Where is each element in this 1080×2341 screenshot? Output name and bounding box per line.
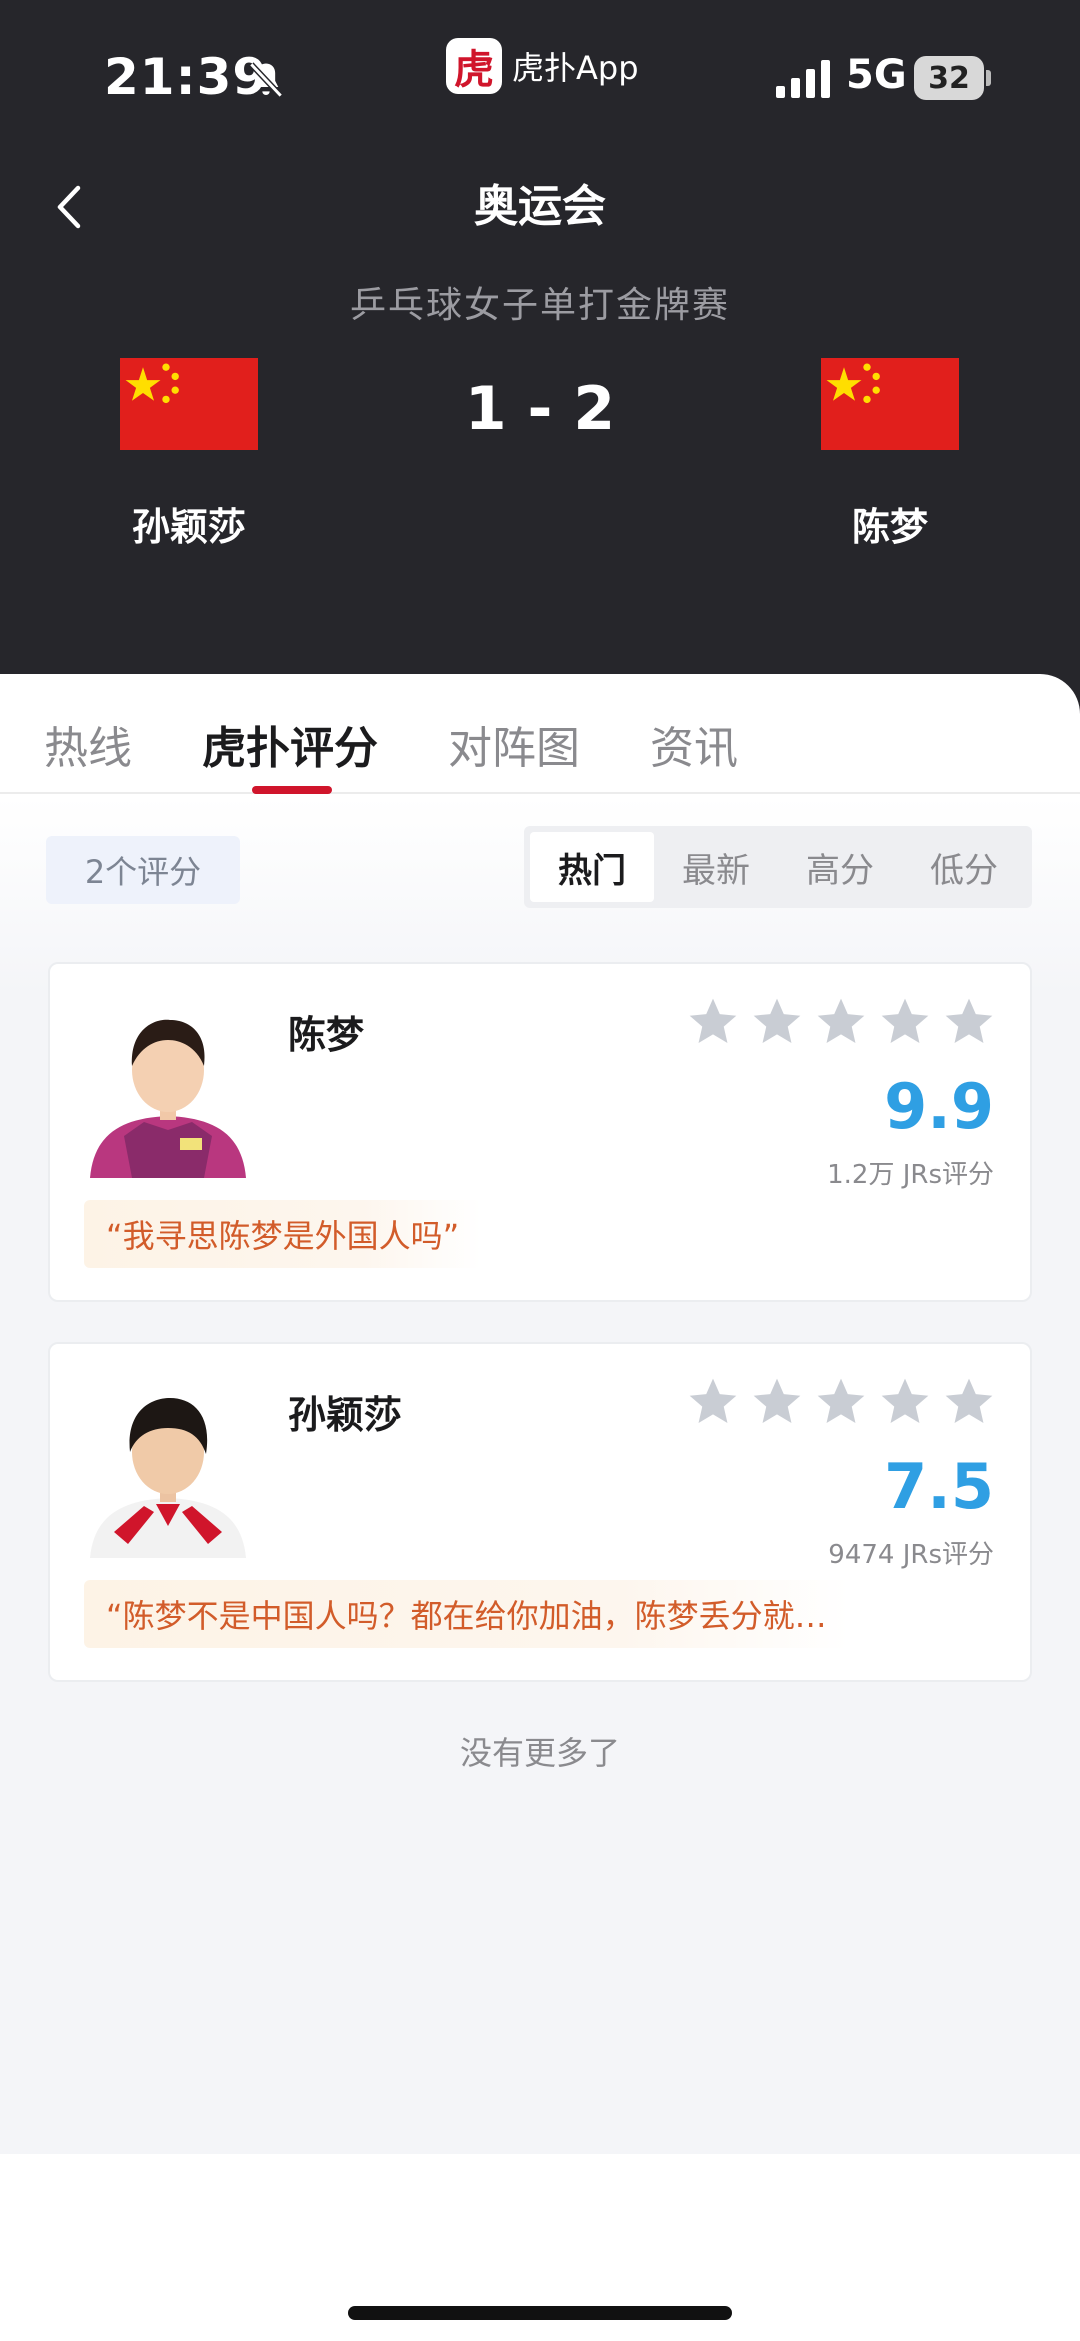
rating-score: 7.5 (884, 1450, 994, 1523)
top-comment[interactable]: “我寻思陈梦是外国人吗” (84, 1200, 482, 1268)
star-icon (945, 998, 993, 1043)
sort-hot[interactable]: 热门 (530, 832, 654, 902)
match-header: 21:39 虎 虎扑App 5G 32 奥运会 乒乓球女子单打金牌赛 1 - 2 (0, 0, 1080, 720)
tab-news[interactable]: 资讯 (650, 712, 738, 776)
left-player-name[interactable]: 孙颖莎 (69, 496, 309, 551)
page-title: 奥运会 (474, 181, 606, 232)
tab-hotline[interactable]: 热线 (44, 712, 132, 776)
rating-score: 9.9 (884, 1070, 994, 1143)
star-icon (881, 998, 929, 1043)
star-icon (689, 1378, 737, 1423)
battery-tip (986, 70, 991, 86)
tab-bar: 热线 虎扑评分 对阵图 资讯 (0, 674, 1080, 794)
star-icon (945, 1378, 993, 1423)
star-rating (684, 1374, 998, 1430)
rating-card[interactable]: 孙颖莎 7.5 9474 JRs评分 “陈梦不是中国人吗？都在给你加油，陈梦丢分… (48, 1342, 1032, 1682)
end-of-list-text: 没有更多了 (459, 1734, 620, 1772)
app-name: 虎扑App (512, 49, 639, 87)
sort-latest[interactable]: 最新 (654, 832, 778, 902)
star-icon (817, 998, 865, 1043)
battery-icon: 32 (914, 56, 984, 100)
signal-bars-icon (776, 60, 830, 98)
match-subtitle: 乒乓球女子单打金牌赛 (349, 285, 730, 326)
right-player-name[interactable]: 陈梦 (770, 496, 1010, 551)
vote-count: 1.2万 JRs评分 (827, 1160, 994, 1190)
star-icon (753, 1378, 801, 1423)
home-indicator[interactable] (348, 2306, 732, 2320)
sort-high[interactable]: 高分 (778, 832, 902, 902)
sort-low[interactable]: 低分 (902, 832, 1026, 902)
star-icon (881, 1378, 929, 1423)
app-badge: 虎 虎扑App (446, 36, 639, 96)
rating-card[interactable]: 陈梦 9.9 1.2万 JRs评分 “我寻思陈梦是外国人吗” (48, 962, 1032, 1302)
player-name: 陈梦 (288, 1013, 365, 1057)
star-rating (684, 994, 998, 1050)
app-logo-icon: 虎 (446, 38, 502, 94)
vote-count: 9474 JRs评分 (828, 1540, 994, 1570)
star-icon (689, 998, 737, 1043)
sort-segmented-control: 热门 最新 高分 低分 (524, 826, 1032, 908)
tab-bracket[interactable]: 对阵图 (448, 712, 580, 776)
top-comment[interactable]: “陈梦不是中国人吗？都在给你加油，陈梦丢分就… (84, 1580, 849, 1648)
star-icon (753, 998, 801, 1043)
player-avatar (84, 1386, 252, 1558)
player-name: 孙颖莎 (288, 1393, 403, 1437)
bell-slash-icon (249, 62, 283, 98)
network-label: 5G (846, 52, 907, 98)
player-avatar (84, 1006, 252, 1178)
tab-active-indicator (252, 786, 332, 794)
tab-hupu-rating[interactable]: 虎扑评分 (202, 712, 378, 776)
rating-count-badge: 2个评分 (46, 836, 240, 904)
star-icon (817, 1378, 865, 1423)
china-flag-icon (821, 358, 959, 450)
